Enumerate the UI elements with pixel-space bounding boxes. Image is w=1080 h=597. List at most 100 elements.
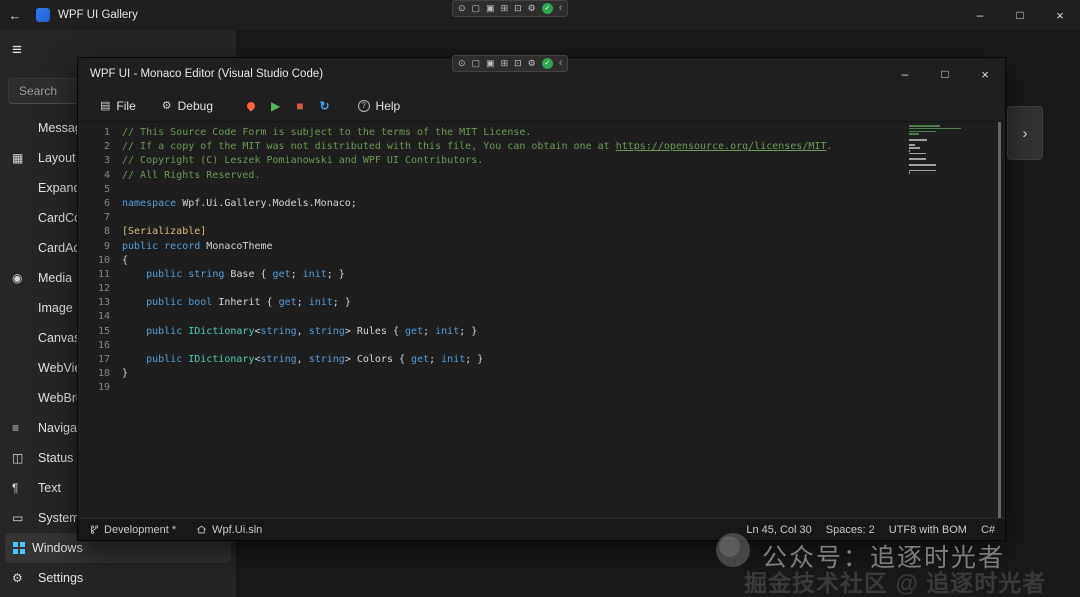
code-line-text[interactable]: public IDictionary<string, string> Rules… [122,326,477,337]
code-line[interactable]: 9 public record MonacoTheme [82,240,1005,254]
gallery-close-button[interactable]: × [1040,0,1080,30]
git-branch-icon [91,525,99,534]
nav-menu-button[interactable]: ≡ [12,40,22,60]
code-line[interactable]: 11 public string Base { get; init; } [82,268,1005,282]
live-visual-tree-icon[interactable]: ▢ [472,4,481,13]
select-element-icon[interactable]: ⊙ [458,4,466,13]
code-line[interactable]: 16 [82,339,1005,353]
text-icon: ¶ [12,481,19,495]
status-segment[interactable]: Ln 45, Col 30 [746,524,811,536]
debug-menu[interactable]: ⚙ Debug [154,95,221,117]
help-icon: ? [357,99,370,112]
monaco-minimize-button[interactable]: – [885,58,925,90]
code-line-text[interactable]: [Serializable] [122,226,206,237]
start-button[interactable]: ▶ [271,100,280,112]
grid-lines-icon[interactable]: ⊞ [501,4,509,13]
code-line[interactable]: 1 // This Source Code Form is subject to … [82,126,1005,140]
select-element-icon[interactable]: ⊙ [458,59,466,68]
line-number: 7 [103,212,110,224]
debug-toolbar: ⊙ ▢ ▣ ⊞ ⊡ ⚙ ✓ ‹ [452,55,569,72]
system-icon: ▭ [12,511,24,525]
code-line[interactable]: 4 // All Rights Reserved. [82,169,1005,183]
line-number: 12 [97,283,110,295]
sidebar-item-label: Layout [38,151,76,165]
code-line[interactable]: 13 public bool Inherit { get; init; } [82,296,1005,310]
code-line[interactable]: 8 [Serializable] [82,225,1005,239]
solution-status[interactable]: Wpf.Ui.sln [196,524,262,536]
line-number: 6 [103,197,110,209]
line-number: 18 [97,368,110,380]
status-info-icon: ◫ [12,451,24,465]
help-menu[interactable]: ? Help [350,95,409,117]
monaco-close-button[interactable]: × [965,58,1005,90]
code-line-text[interactable]: // All Rights Reserved. [122,170,260,181]
grid-lines-icon[interactable]: ⊞ [501,59,509,68]
code-line-text[interactable]: // This Source Code Form is subject to t… [122,127,531,138]
gallery-title: WPF UI Gallery [58,9,138,21]
statusbar-right: Ln 45, Col 30 Spaces: 2 UTF8 with BOM C# [746,524,995,536]
live-visual-tree-icon[interactable]: ▢ [472,59,481,68]
help-menu-label: Help [375,98,401,113]
status-segment[interactable]: Spaces: 2 [826,524,875,536]
code-line[interactable]: 18} [82,367,1005,381]
settings-icon: ⚙ [12,571,23,585]
code-line[interactable]: 14 [82,310,1005,324]
code-line[interactable]: 17 public IDictionary<string, string> Co… [82,353,1005,367]
monaco-maximize-button[interactable]: □ [925,58,965,90]
xaml-ok-icon[interactable]: ✓ [541,3,553,14]
collapse-toolbar-icon[interactable]: ‹ [559,3,563,14]
code-line[interactable]: 3 // Copyright (C) Leszek Pomianowski and… [82,154,1005,168]
status-segment[interactable]: UTF8 with BOM [889,524,967,536]
code-line-text[interactable]: // If a copy of the MIT was not distribu… [122,141,832,152]
hot-reload-button[interactable] [245,99,257,112]
code-line[interactable]: 15 public IDictionary<string, string> Ru… [82,325,1005,339]
gallery-minimize-button[interactable]: – [960,0,1000,30]
gallery-maximize-button[interactable]: □ [1000,0,1040,30]
file-menu[interactable]: ▤ File [92,95,144,117]
code-line[interactable]: 12 [82,282,1005,296]
monaco-window: WPF UI - Monaco Editor (Visual Studio Co… [78,58,1005,540]
code-editor[interactable]: 1 // This Source Code Form is subject to … [78,122,1005,518]
minimap[interactable] [909,125,965,178]
track-focus-icon[interactable]: ⊡ [514,59,522,68]
sidebar-item-label: Text [38,481,61,495]
status-segment[interactable]: C# [981,524,995,536]
sidebar-item-label: Canvas [38,331,81,345]
branch-label: Development * [104,523,177,536]
code-line[interactable]: 7 [82,211,1005,225]
desktop: ← WPF UI Gallery – □ × ≡ Message▦LayoutE… [0,0,1080,597]
sidebar-item-label: Media [38,271,73,285]
code-line[interactable]: 10 { [82,254,1005,268]
code-line[interactable]: 5 [82,183,1005,197]
code-line-text[interactable]: { [122,255,128,266]
restart-button[interactable]: ↻ [319,100,329,112]
code-line-text[interactable]: namespace Wpf.Ui.Gallery.Models.Monaco; [122,198,357,209]
file-menu-label: File [116,98,136,113]
code-line-text[interactable]: public IDictionary<string, string> Color… [122,354,483,365]
code-line-text[interactable]: public string Base { get; init; } [122,269,345,280]
stop-button[interactable]: ■ [296,100,303,112]
layout-adorners-icon[interactable]: ▣ [486,59,495,68]
debug-menu-label: Debug [177,98,213,113]
debug-toolbar: ⊙ ▢ ▣ ⊞ ⊡ ⚙ ✓ ‹ [452,0,569,17]
code-line[interactable]: 6 namespace Wpf.Ui.Gallery.Models.Monaco; [82,197,1005,211]
code-line-text[interactable]: public record MonacoTheme [122,241,273,252]
layout-adorners-icon[interactable]: ▣ [486,4,495,13]
code-line-text[interactable]: // Copyright (C) Leszek Pomianowski and … [122,155,483,166]
file-icon: ▤ [100,100,111,112]
branch-status[interactable]: Development * [88,524,176,536]
hot-reload-settings-icon[interactable]: ⚙ [528,59,536,68]
editor-scrollbar[interactable] [998,122,1001,518]
code-line-text[interactable]: } [122,368,128,379]
hot-reload-settings-icon[interactable]: ⚙ [528,4,536,13]
xaml-ok-icon[interactable]: ✓ [541,58,553,69]
code-line[interactable]: 19 [82,381,1005,395]
code-line[interactable]: 2 // If a copy of the MIT was not distrib… [82,140,1005,154]
collapse-toolbar-icon[interactable]: ‹ [559,58,563,69]
track-focus-icon[interactable]: ⊡ [514,4,522,13]
line-number: 5 [103,183,110,195]
sidebar-item-settings[interactable]: ⚙ Settings [0,563,236,593]
code-line-text[interactable]: public bool Inherit { get; init; } [122,297,351,308]
back-button[interactable]: ← [0,8,30,23]
flyout-expand-button[interactable]: › [1007,106,1043,160]
